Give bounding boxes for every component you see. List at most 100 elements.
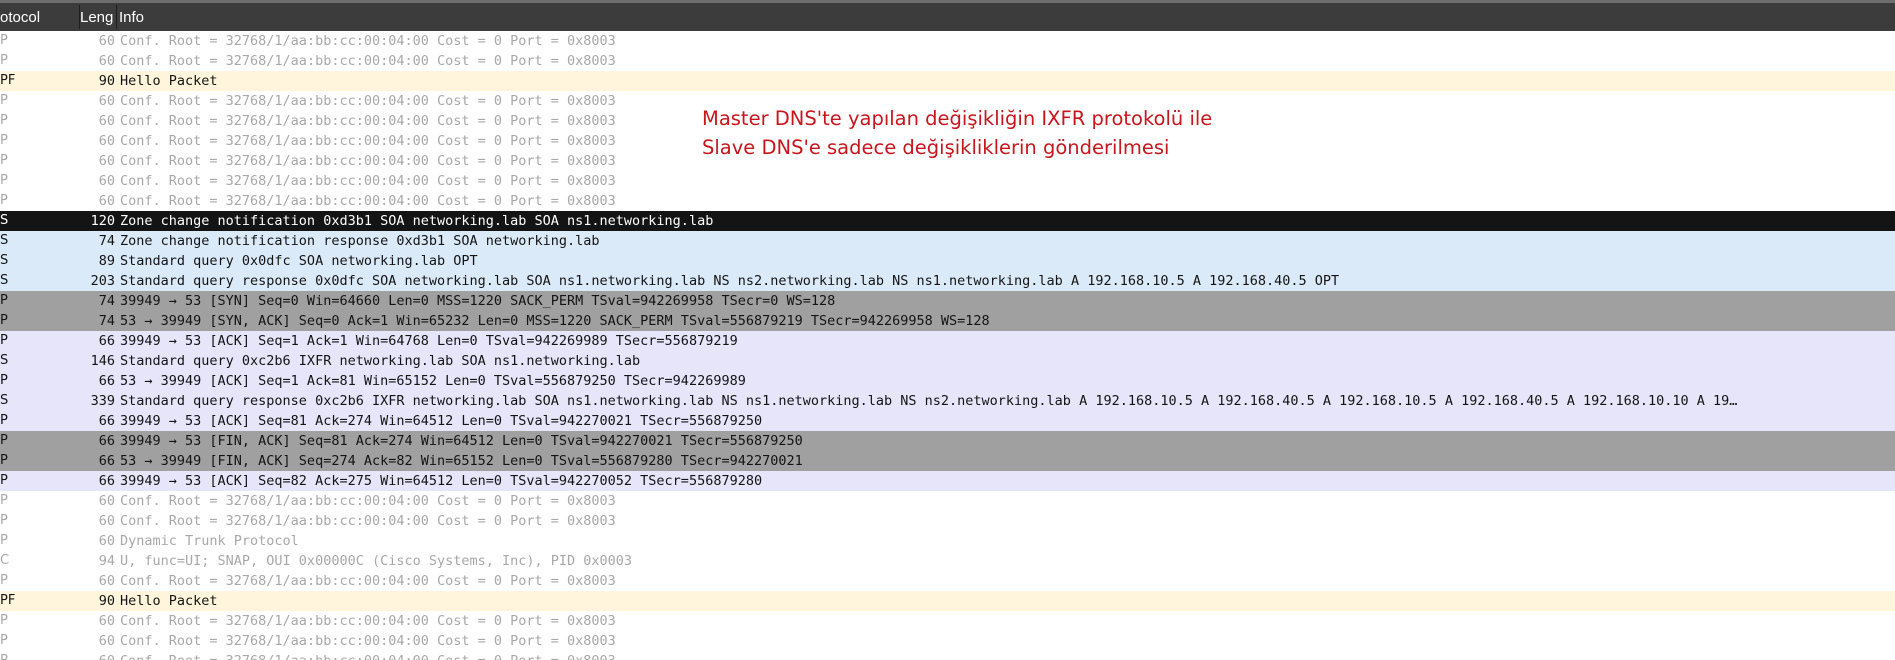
- packet-length: 66: [98, 333, 115, 349]
- packet-length: 60: [98, 513, 115, 529]
- packet-row[interactable]: PF 90 Hello Packet: [0, 71, 1895, 91]
- packet-row[interactable]: S 146 Standard query 0xc2b6 IXFR networkin…: [0, 351, 1895, 371]
- packet-length: 60: [98, 173, 115, 189]
- packet-length: 60: [98, 533, 115, 549]
- packet-protocol: S: [0, 393, 9, 408]
- annotation-line-1: Master DNS'te yapılan değişikliğin IXFR …: [702, 107, 1213, 130]
- packet-row[interactable]: S 74 Zone change notification response 0xd…: [0, 231, 1895, 251]
- packet-protocol: P: [0, 473, 8, 488]
- packet-info: Conf. Root = 32768/1/aa:bb:cc:00:04:00 C…: [120, 513, 616, 529]
- packet-protocol: S: [0, 253, 9, 268]
- packet-protocol: P: [0, 93, 8, 108]
- packet-length: 60: [98, 193, 115, 209]
- packet-info: Dynamic Trunk Protocol: [120, 533, 299, 549]
- packet-info: Conf. Root = 32768/1/aa:bb:cc:00:04:00 C…: [120, 493, 616, 509]
- packet-protocol: PF: [0, 73, 16, 88]
- packet-protocol: P: [0, 513, 8, 528]
- packet-protocol: C: [0, 553, 10, 568]
- packet-row[interactable]: P 66 39949 → 53 [ACK] Seq=81 Ack=274 Win=6…: [0, 411, 1895, 431]
- packet-length: 66: [98, 373, 115, 389]
- packet-row[interactable]: P60Conf. Root = 32768/1/aa:bb:cc:00:04:0…: [0, 611, 1895, 631]
- packet-row[interactable]: S 89 Standard query 0x0dfc SOA networking.…: [0, 251, 1895, 271]
- packet-length: 60: [98, 573, 115, 589]
- packet-protocol: P: [0, 53, 8, 68]
- packet-info: 53 → 39949 [ACK] Seq=1 Ack=81 Win=65152 …: [120, 373, 746, 389]
- packet-length: 66: [98, 413, 115, 429]
- column-header-info[interactable]: Info: [119, 9, 519, 26]
- packet-row[interactable]: S 203 Standard query response 0x0dfc SOA n…: [0, 271, 1895, 291]
- packet-row[interactable]: P60Conf. Root = 32768/1/aa:bb:cc:00:04:0…: [0, 651, 1895, 660]
- packet-protocol: PF: [0, 593, 16, 608]
- packet-row[interactable]: P 66 39949 → 53 [ACK] Seq=1 Ack=1 Win=6476…: [0, 331, 1895, 351]
- packet-length: 66: [98, 473, 115, 489]
- packet-info: Standard query response 0x0dfc SOA netwo…: [120, 273, 1340, 289]
- packet-protocol: P: [0, 413, 8, 428]
- packet-length: 74: [98, 313, 115, 329]
- packet-protocol: P: [0, 333, 8, 348]
- packet-info: Conf. Root = 32768/1/aa:bb:cc:00:04:00 C…: [120, 613, 616, 629]
- packet-row[interactable]: P 60 Dynamic Trunk Protocol: [0, 531, 1895, 551]
- packet-row[interactable]: P 60 Conf. Root = 32768/1/aa:bb:cc:00:04:0…: [0, 191, 1895, 211]
- packet-length: 60: [98, 633, 115, 649]
- packet-length: 146: [90, 353, 115, 369]
- packet-row[interactable]: P 60 Conf. Root = 32768/1/aa:bb:cc:00:04:0…: [0, 51, 1895, 71]
- packet-info: Zone change notification response 0xd3b1…: [120, 233, 600, 249]
- packet-row[interactable]: P 60 Conf. Root = 32768/1/aa:bb:cc:00:04:0…: [0, 511, 1895, 531]
- packet-info: Conf. Root = 32768/1/aa:bb:cc:00:04:00 C…: [120, 173, 616, 189]
- packet-row[interactable]: PF 90 Hello Packet: [0, 591, 1895, 611]
- packet-list-header: otocol Leng Info: [0, 0, 1895, 31]
- packet-protocol: P: [0, 33, 8, 48]
- packet-row[interactable]: P60Conf. Root = 32768/1/aa:bb:cc:00:04:0…: [0, 491, 1895, 511]
- packet-row[interactable]: P 66 39949 → 53 [FIN, ACK] Seq=81 Ack=274 …: [0, 431, 1895, 451]
- packet-info: 53 → 39949 [FIN, ACK] Seq=274 Ack=82 Win…: [120, 453, 803, 469]
- packet-protocol: S: [0, 213, 9, 228]
- packet-row[interactable]: C 94 U, func=UI; SNAP, OUI 0x00000C (Cisco…: [0, 551, 1895, 571]
- packet-info: 53 → 39949 [SYN, ACK] Seq=0 Ack=1 Win=65…: [120, 313, 990, 329]
- packet-row[interactable]: P 66 53 → 39949 [FIN, ACK] Seq=274 Ack=82 …: [0, 451, 1895, 471]
- packet-info: Conf. Root = 32768/1/aa:bb:cc:00:04:00 C…: [120, 193, 616, 209]
- packet-length: 203: [90, 273, 115, 289]
- packet-row[interactable]: S 339 Standard query response 0xc2b6 IXFR …: [0, 391, 1895, 411]
- packet-length: 89: [98, 253, 115, 269]
- packet-row[interactable]: S 120 Zone change notification 0xd3b1 SOA …: [0, 211, 1895, 231]
- packet-protocol: P: [0, 153, 8, 168]
- packet-row[interactable]: P 66 39949 → 53 [ACK] Seq=82 Ack=275 Win=6…: [0, 471, 1895, 491]
- annotation-line-2: Slave DNS'e sadece değişikliklerin gönde…: [702, 136, 1170, 159]
- packet-length: 60: [98, 93, 115, 109]
- column-header-protocol[interactable]: otocol: [0, 9, 78, 26]
- annotation-note: Master DNS'te yapılan değişikliğin IXFR …: [702, 104, 1212, 162]
- packet-length: 339: [90, 393, 115, 409]
- packet-protocol: P: [0, 573, 8, 588]
- packet-length: 90: [98, 593, 115, 609]
- column-header-length[interactable]: Leng: [80, 9, 114, 26]
- packet-protocol: S: [0, 233, 9, 248]
- packet-length: 60: [98, 153, 115, 169]
- packet-protocol: P: [0, 313, 8, 328]
- packet-row[interactable]: P 60 Conf. Root = 32768/1/aa:bb:cc:00:04:0…: [0, 571, 1895, 591]
- packet-info: Conf. Root = 32768/1/aa:bb:cc:00:04:00 C…: [120, 573, 616, 589]
- packet-row[interactable]: P 74 53 → 39949 [SYN, ACK] Seq=0 Ack=1 Win…: [0, 311, 1895, 331]
- packet-protocol: P: [0, 633, 8, 648]
- packet-info: Conf. Root = 32768/1/aa:bb:cc:00:04:00 C…: [120, 633, 616, 649]
- packet-info: 39949 → 53 [ACK] Seq=81 Ack=274 Win=6451…: [120, 413, 763, 429]
- packet-length: 94: [98, 553, 115, 569]
- packet-length: 60: [98, 33, 115, 49]
- packet-row[interactable]: P60Conf. Root = 32768/1/aa:bb:cc:00:04:0…: [0, 171, 1895, 191]
- packet-info: 39949 → 53 [ACK] Seq=82 Ack=275 Win=6451…: [120, 473, 763, 489]
- packet-row[interactable]: P 74 39949 → 53 [SYN] Seq=0 Win=64660 Len=…: [0, 291, 1895, 311]
- packet-protocol: S: [0, 353, 9, 368]
- packet-length: 66: [98, 433, 115, 449]
- packet-row[interactable]: P60Conf. Root = 32768/1/aa:bb:cc:00:04:0…: [0, 31, 1895, 51]
- packet-info: Hello Packet: [120, 73, 218, 89]
- packet-protocol: P: [0, 433, 8, 448]
- packet-info: 39949 → 53 [ACK] Seq=1 Ack=1 Win=64768 L…: [120, 333, 738, 349]
- packet-length: 60: [98, 53, 115, 69]
- packet-row[interactable]: P 66 53 → 39949 [ACK] Seq=1 Ack=81 Win=651…: [0, 371, 1895, 391]
- packet-protocol: P: [0, 453, 8, 468]
- packet-length: 60: [72, 651, 115, 660]
- packet-info: Conf. Root = 32768/1/aa:bb:cc:00:04:00 C…: [120, 53, 616, 69]
- packet-protocol: P: [0, 193, 8, 208]
- packet-info: Standard query 0x0dfc SOA networking.lab…: [120, 253, 478, 269]
- column-divider[interactable]: [116, 5, 117, 29]
- packet-row[interactable]: P 60 Conf. Root = 32768/1/aa:bb:cc:00:04:0…: [0, 631, 1895, 651]
